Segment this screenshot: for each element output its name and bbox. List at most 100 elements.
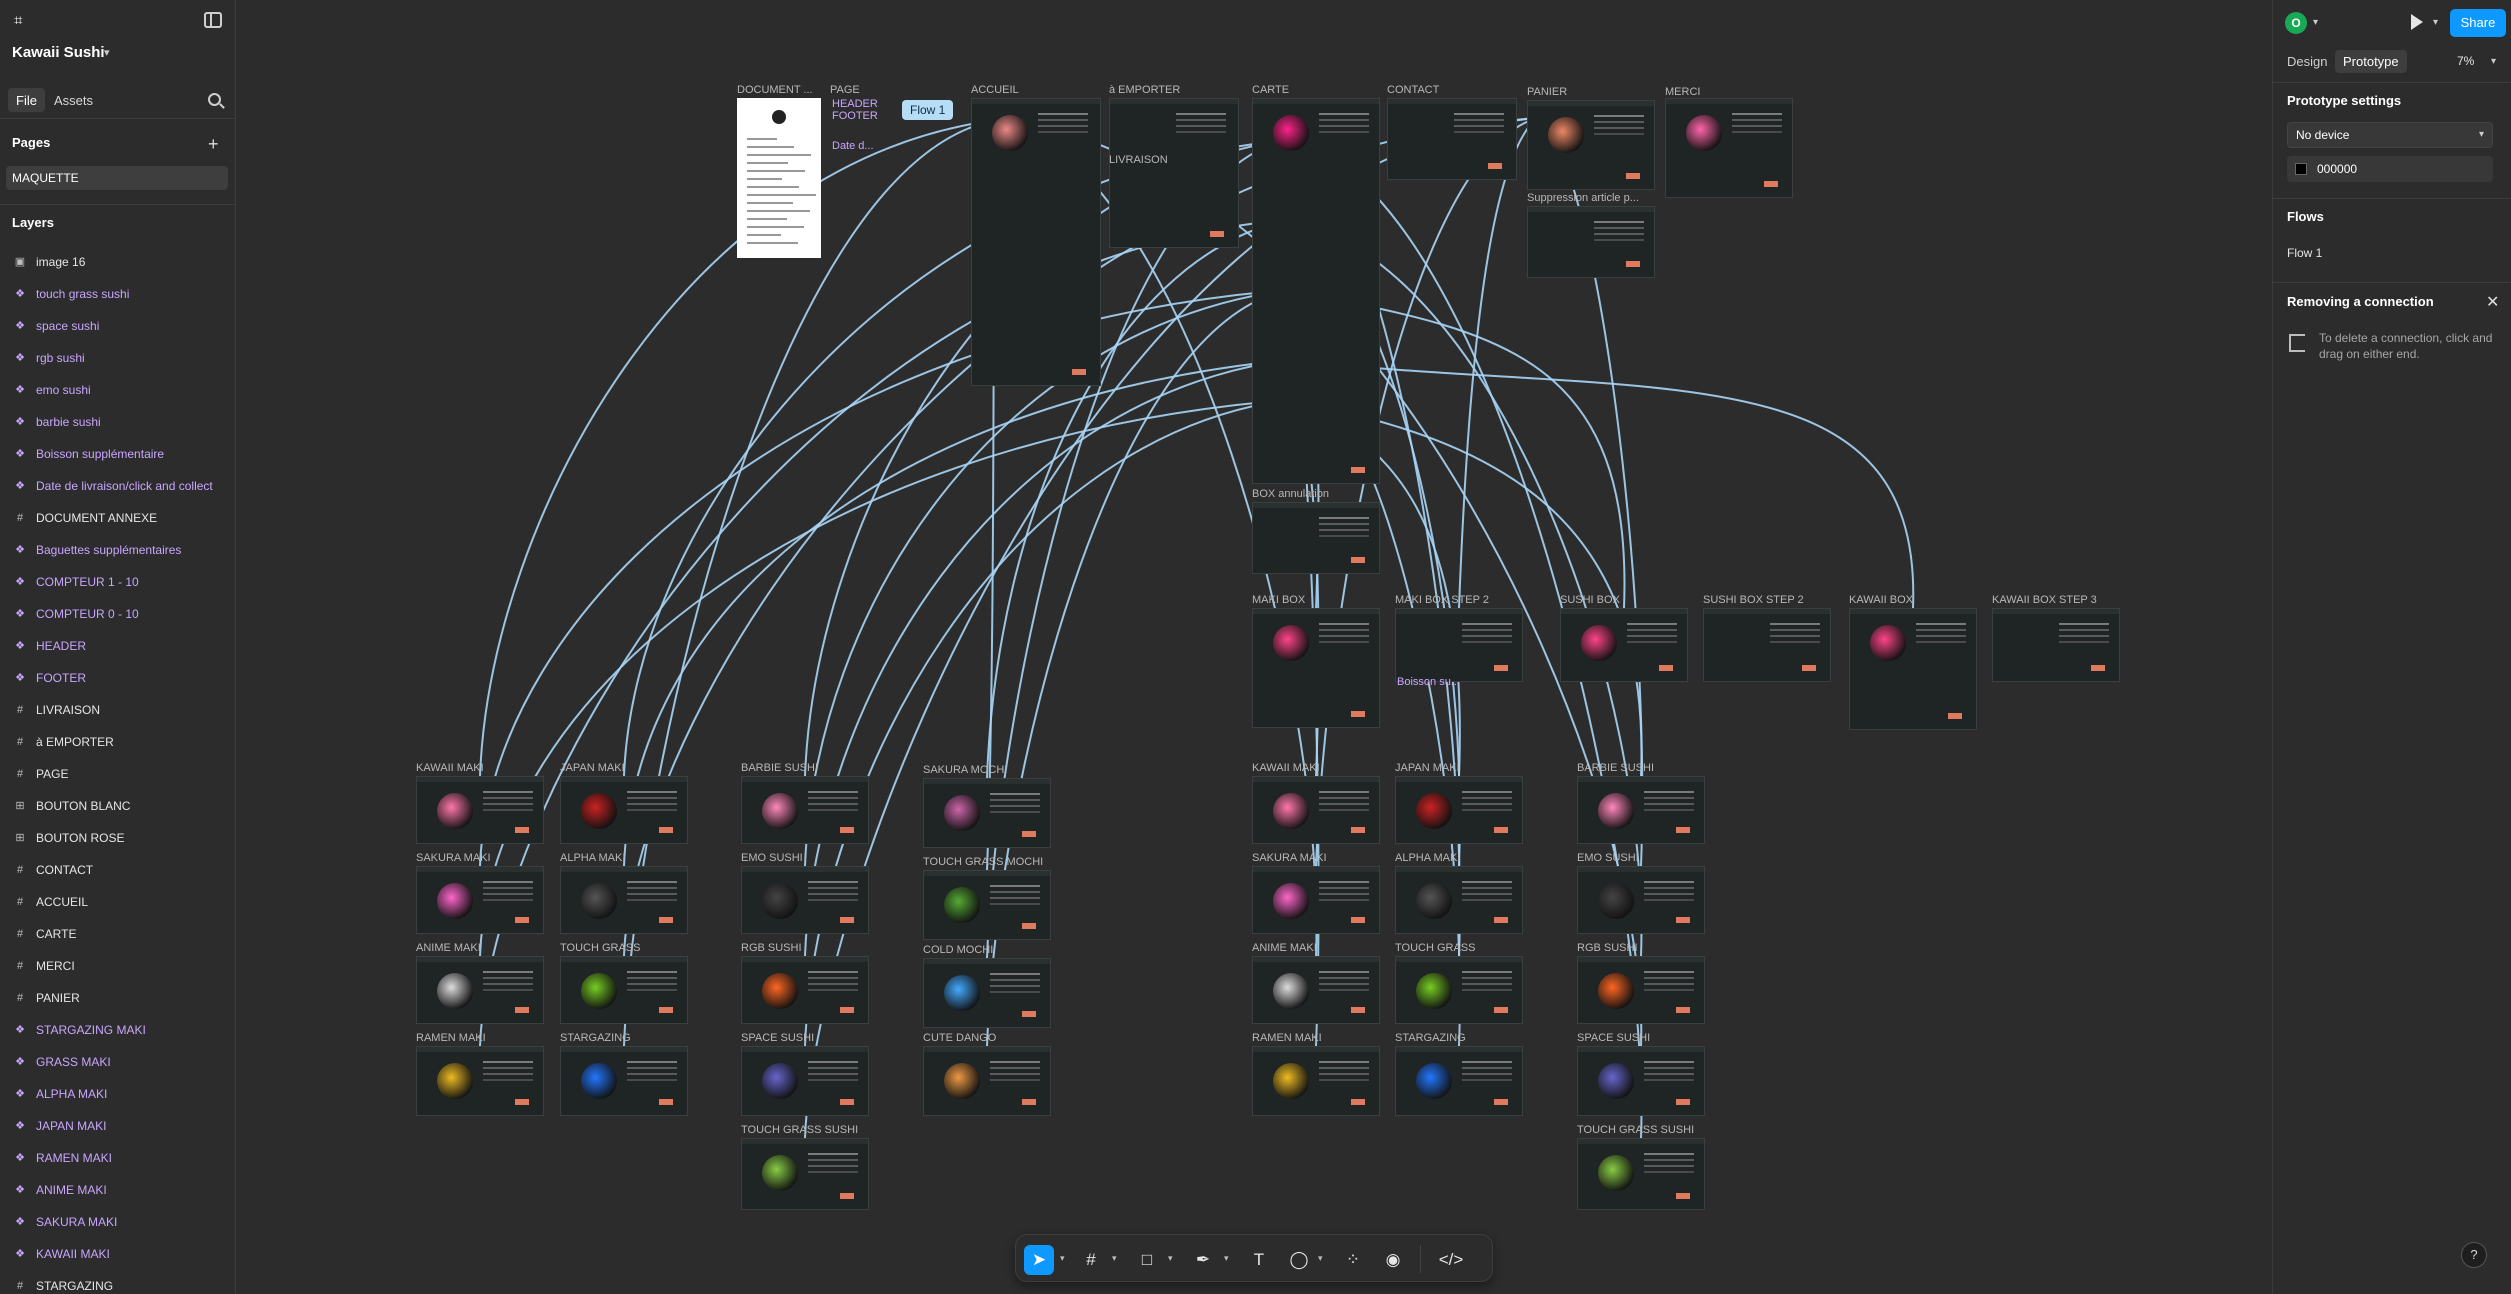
add-page-icon[interactable]: + (208, 134, 219, 155)
frame-label[interactable]: KAWAII MAKI (1252, 762, 1320, 774)
screen-frame[interactable] (971, 98, 1101, 386)
frame-label[interactable]: BARBIE SUSHI (741, 762, 818, 774)
frame-label[interactable]: SUSHI BOX STEP 2 (1703, 594, 1804, 606)
move-tool-icon[interactable]: ➤ (1024, 1245, 1054, 1275)
component-label[interactable]: Boisson su... (1397, 676, 1460, 688)
frame-label[interactable]: LIVRAISON (1109, 154, 1168, 166)
screen-frame[interactable] (1665, 98, 1793, 198)
layer-item[interactable]: ❖ HEADER (0, 630, 236, 662)
file-name[interactable]: Kawaii Sushi (12, 44, 105, 61)
frame-label[interactable]: SAKURA MAKI (1252, 852, 1327, 864)
frame-label[interactable]: ANIME MAKI (416, 942, 481, 954)
frame-label[interactable]: SPACE SUSHI (1577, 1032, 1650, 1044)
screen-frame[interactable] (923, 870, 1051, 940)
layer-item[interactable]: # DOCUMENT ANNEXE (0, 502, 236, 534)
screen-frame[interactable] (923, 1046, 1051, 1116)
screen-frame[interactable] (1992, 608, 2120, 682)
avatar[interactable]: O (2285, 12, 2307, 34)
frame-label[interactable]: PAGE (830, 84, 860, 96)
frame-label[interactable]: BARBIE SUSHI (1577, 762, 1654, 774)
frame-label[interactable]: RAMEN MAKI (416, 1032, 486, 1044)
screen-frame[interactable] (416, 866, 544, 934)
dev-mode-icon[interactable]: </> (1436, 1245, 1466, 1275)
screen-frame[interactable] (1849, 608, 1977, 730)
layer-item[interactable]: # LIVRAISON (0, 694, 236, 726)
frame-label[interactable]: RAMEN MAKI (1252, 1032, 1322, 1044)
screen-frame[interactable] (1109, 98, 1239, 248)
connection-line[interactable] (1458, 117, 1538, 609)
tab-assets[interactable]: Assets (46, 88, 101, 112)
canvas[interactable]: DOCUMENT ... PAGE ACCUEIL à EMPORTER LIVRAIS… (237, 0, 2271, 1294)
sidebar-toggle-icon[interactable] (204, 12, 222, 28)
frame-label[interactable]: TOUCH GRASS SUSHI (1577, 1124, 1694, 1136)
layer-item[interactable]: ❖ COMPTEUR 1 - 10 (0, 566, 236, 598)
layer-item[interactable]: ❖ FOOTER (0, 662, 236, 694)
chevron-down-icon[interactable]: ▾ (1224, 1253, 1229, 1264)
frame-label[interactable]: RGB SUSHI (741, 942, 802, 954)
close-icon[interactable]: ✕ (2486, 292, 2499, 312)
frame-tool-icon[interactable]: # (1076, 1245, 1106, 1275)
screen-frame[interactable] (741, 956, 869, 1024)
tab-prototype[interactable]: Prototype (2335, 50, 2407, 73)
document-frame[interactable] (737, 98, 821, 258)
device-select[interactable]: No device ▾ (2287, 122, 2493, 148)
frame-label[interactable]: CUTE DANGO (923, 1032, 996, 1044)
screen-frame[interactable] (1560, 608, 1688, 682)
chevron-down-icon[interactable]: ▾ (1318, 1253, 1323, 1264)
comment-tool-icon[interactable]: ◯ (1284, 1245, 1314, 1275)
component-label[interactable]: FOOTER (832, 110, 878, 122)
flow-start-badge[interactable]: Flow 1 (902, 100, 954, 120)
layer-item[interactable]: ❖ JAPAN MAKI (0, 1110, 236, 1142)
frame-label[interactable]: STARGAZING (1395, 1032, 1466, 1044)
layer-item[interactable]: # STARGAZING (0, 1270, 236, 1294)
screen-frame[interactable] (741, 866, 869, 934)
component-label[interactable]: Date d... (832, 140, 874, 152)
screen-frame[interactable] (1577, 1046, 1705, 1116)
screen-frame[interactable] (1395, 776, 1523, 844)
flow-item[interactable]: Flow 1 (2287, 246, 2322, 260)
screen-frame[interactable] (1252, 1046, 1380, 1116)
screen-frame[interactable] (560, 866, 688, 934)
connection-line[interactable] (804, 399, 1288, 1047)
screen-frame[interactable] (1395, 1046, 1523, 1116)
layer-item[interactable]: ❖ RAMEN MAKI (0, 1142, 236, 1174)
chevron-down-icon[interactable]: ▾ (2433, 17, 2438, 28)
frame-label[interactable]: Suppression article p... (1527, 192, 1639, 204)
frame-label[interactable]: à EMPORTER (1109, 84, 1180, 96)
layer-item[interactable]: ❖ COMPTEUR 0 - 10 (0, 598, 236, 630)
frame-label[interactable]: SAKURA MOCHI (923, 764, 1007, 776)
screen-frame[interactable] (560, 1046, 688, 1116)
frame-label[interactable]: KAWAII BOX (1849, 594, 1913, 606)
tab-file[interactable]: File (8, 88, 45, 112)
frame-label[interactable]: CARTE (1252, 84, 1289, 96)
frame-label[interactable]: COLD MOCHI (923, 944, 993, 956)
layer-item[interactable]: ❖ KAWAII MAKI (0, 1238, 236, 1270)
frame-label[interactable]: TOUCH GRASS (1395, 942, 1475, 954)
layer-item[interactable]: ❖ touch grass sushi (0, 278, 236, 310)
frame-label[interactable]: MAKI BOX (1252, 594, 1305, 606)
page-item-maquette[interactable]: MAQUETTE (6, 166, 228, 190)
chevron-down-icon[interactable]: ▾ (1168, 1253, 1173, 1264)
background-color-field[interactable]: 000000 (2287, 156, 2493, 182)
screen-frame[interactable] (741, 776, 869, 844)
screen-frame[interactable] (1395, 866, 1523, 934)
frame-label[interactable]: DOCUMENT ... (737, 84, 813, 96)
layer-item[interactable]: ⊞ BOUTON ROSE (0, 822, 236, 854)
layer-item[interactable]: ❖ Date de livraison/click and collect (0, 470, 236, 502)
color-swatch[interactable] (2295, 163, 2307, 175)
chevron-down-icon[interactable]: ▾ (1060, 1253, 1065, 1264)
connection-line[interactable] (804, 359, 1288, 957)
layer-item[interactable]: ❖ emo sushi (0, 374, 236, 406)
layer-item[interactable]: ❖ STARGAZING MAKI (0, 1014, 236, 1046)
text-tool-icon[interactable]: T (1244, 1245, 1274, 1275)
screen-frame[interactable] (1252, 956, 1380, 1024)
layer-item[interactable]: # CONTACT (0, 854, 236, 886)
frame-label[interactable]: SAKURA MAKI (416, 852, 491, 864)
frame-label[interactable]: EMO SUSHI (1577, 852, 1639, 864)
tab-design[interactable]: Design (2279, 50, 2335, 73)
connection-line[interactable] (1286, 359, 1915, 609)
screen-frame[interactable] (741, 1046, 869, 1116)
screen-frame[interactable] (560, 776, 688, 844)
frame-label[interactable]: TOUCH GRASS MOCHI (923, 856, 1043, 868)
screen-frame[interactable] (416, 776, 544, 844)
